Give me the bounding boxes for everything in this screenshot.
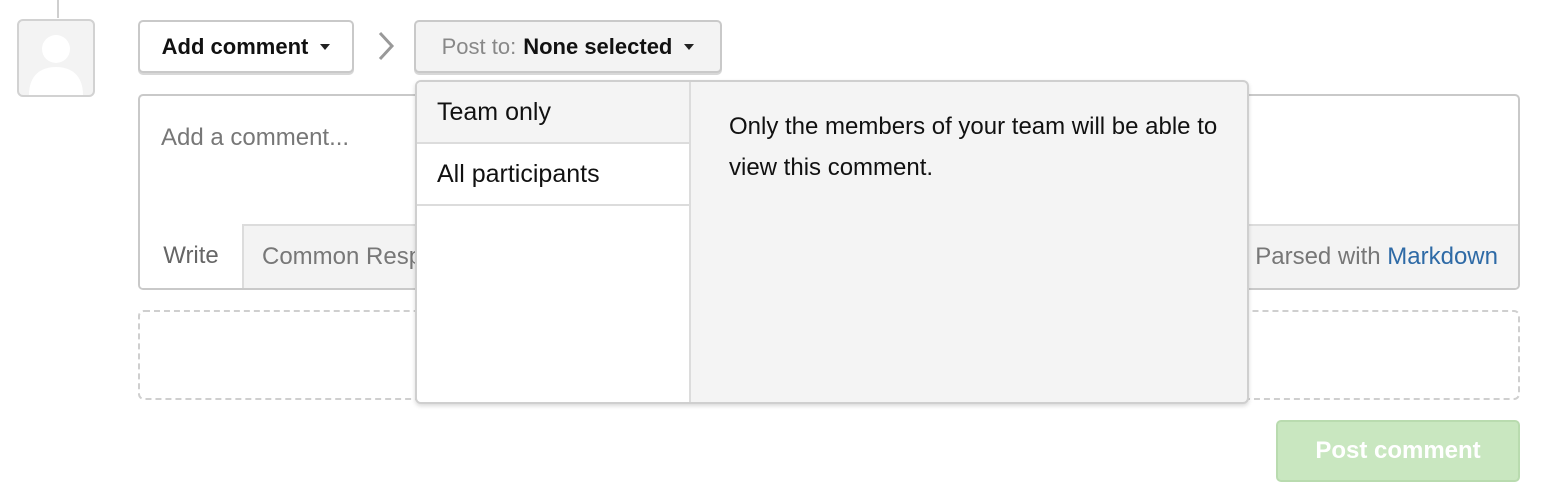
post-to-menu: Team only All participants Only the memb… [415,80,1249,404]
option-team-only[interactable]: Team only [417,82,689,144]
option-all-participants[interactable]: All participants [417,144,689,206]
parsed-with-text: Parsed with [1255,243,1381,270]
avatar [17,19,95,97]
timeline-line [57,0,59,18]
chevron-right-icon [378,31,395,61]
parsed-with-note: Parsed with Markdown [1255,243,1498,271]
post-to-value: None selected [523,33,673,59]
tab-common-responses[interactable]: Common Resp [262,243,422,271]
tab-write[interactable]: Write [140,224,244,288]
add-comment-label: Add comment [161,33,309,59]
add-comment-button[interactable]: Add comment [138,20,354,73]
post-to-options: Team only All participants [417,82,691,402]
comment-input[interactable]: Add a comment... [161,124,349,152]
user-silhouette-icon [29,35,83,95]
post-to-dropdown[interactable]: Post to: None selected [414,20,722,73]
caret-down-icon [684,43,695,50]
post-comment-button[interactable]: Post comment [1276,420,1520,482]
caret-down-icon [320,43,331,50]
option-description: Only the members of your team will be ab… [729,113,1218,181]
markdown-link[interactable]: Markdown [1387,243,1498,270]
post-to-label: Post to: [441,33,517,59]
